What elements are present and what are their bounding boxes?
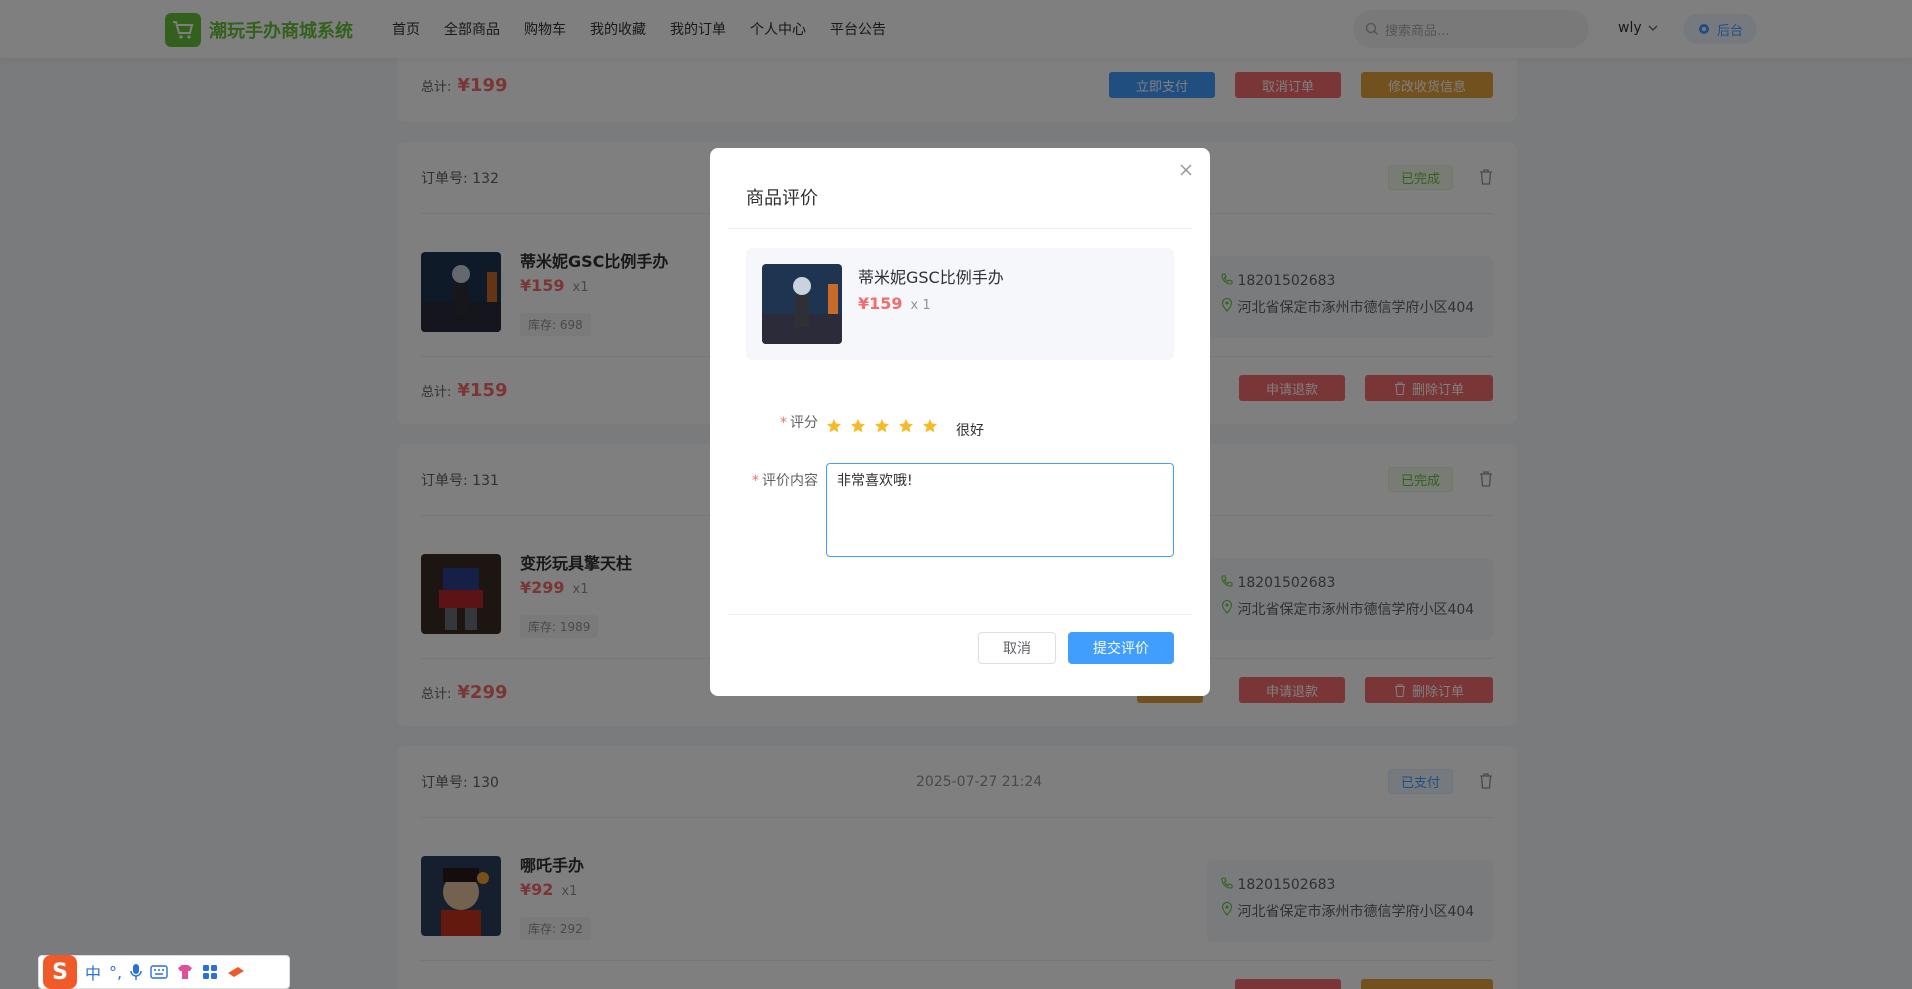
punctuation-icon[interactable]: °, bbox=[109, 963, 122, 982]
page: 潮玩手办商城系统 首页 全部商品 购物车 我的收藏 我的订单 个人中心 平台公告… bbox=[0, 0, 1912, 989]
content-label: * 评价内容 bbox=[752, 473, 818, 489]
tool-icon[interactable] bbox=[226, 965, 246, 979]
skin-icon[interactable] bbox=[176, 964, 194, 980]
review-dialog: 商品评价 蒂米妮GSC比例手办 ¥159 x 1 * 评分 很好 * 评价内容 非常喜… bbox=[710, 148, 1210, 696]
cancel-button[interactable]: 取消 bbox=[978, 632, 1056, 664]
ime-lang-toggle[interactable]: 中 bbox=[85, 960, 101, 984]
ime-toolbar[interactable]: S 中 °, bbox=[38, 955, 290, 989]
close-icon[interactable] bbox=[1180, 164, 1192, 176]
keyboard-icon[interactable] bbox=[150, 965, 168, 979]
rating-text: 很好 bbox=[956, 423, 984, 439]
dialog-divider bbox=[728, 228, 1192, 229]
product-name: 蒂米妮GSC比例手办 bbox=[858, 268, 1004, 287]
apps-icon[interactable] bbox=[202, 964, 218, 980]
star-icon[interactable] bbox=[898, 418, 914, 434]
product-price: ¥159 x 1 bbox=[858, 294, 931, 313]
star-icon[interactable] bbox=[874, 418, 890, 434]
review-content-textarea[interactable]: 非常喜欢哦! bbox=[826, 463, 1174, 557]
star-icon[interactable] bbox=[826, 418, 842, 434]
dialog-title: 商品评价 bbox=[746, 188, 818, 209]
microphone-icon[interactable] bbox=[130, 963, 142, 981]
product-image bbox=[762, 264, 842, 344]
dialog-footer-divider bbox=[728, 614, 1192, 615]
submit-review-button[interactable]: 提交评价 bbox=[1068, 632, 1174, 664]
star-rating[interactable] bbox=[826, 418, 938, 434]
star-icon[interactable] bbox=[850, 418, 866, 434]
review-product: 蒂米妮GSC比例手办 ¥159 x 1 bbox=[746, 248, 1174, 360]
star-icon[interactable] bbox=[922, 418, 938, 434]
rating-label: * 评分 bbox=[780, 415, 818, 431]
ime-logo-icon: S bbox=[43, 955, 77, 989]
